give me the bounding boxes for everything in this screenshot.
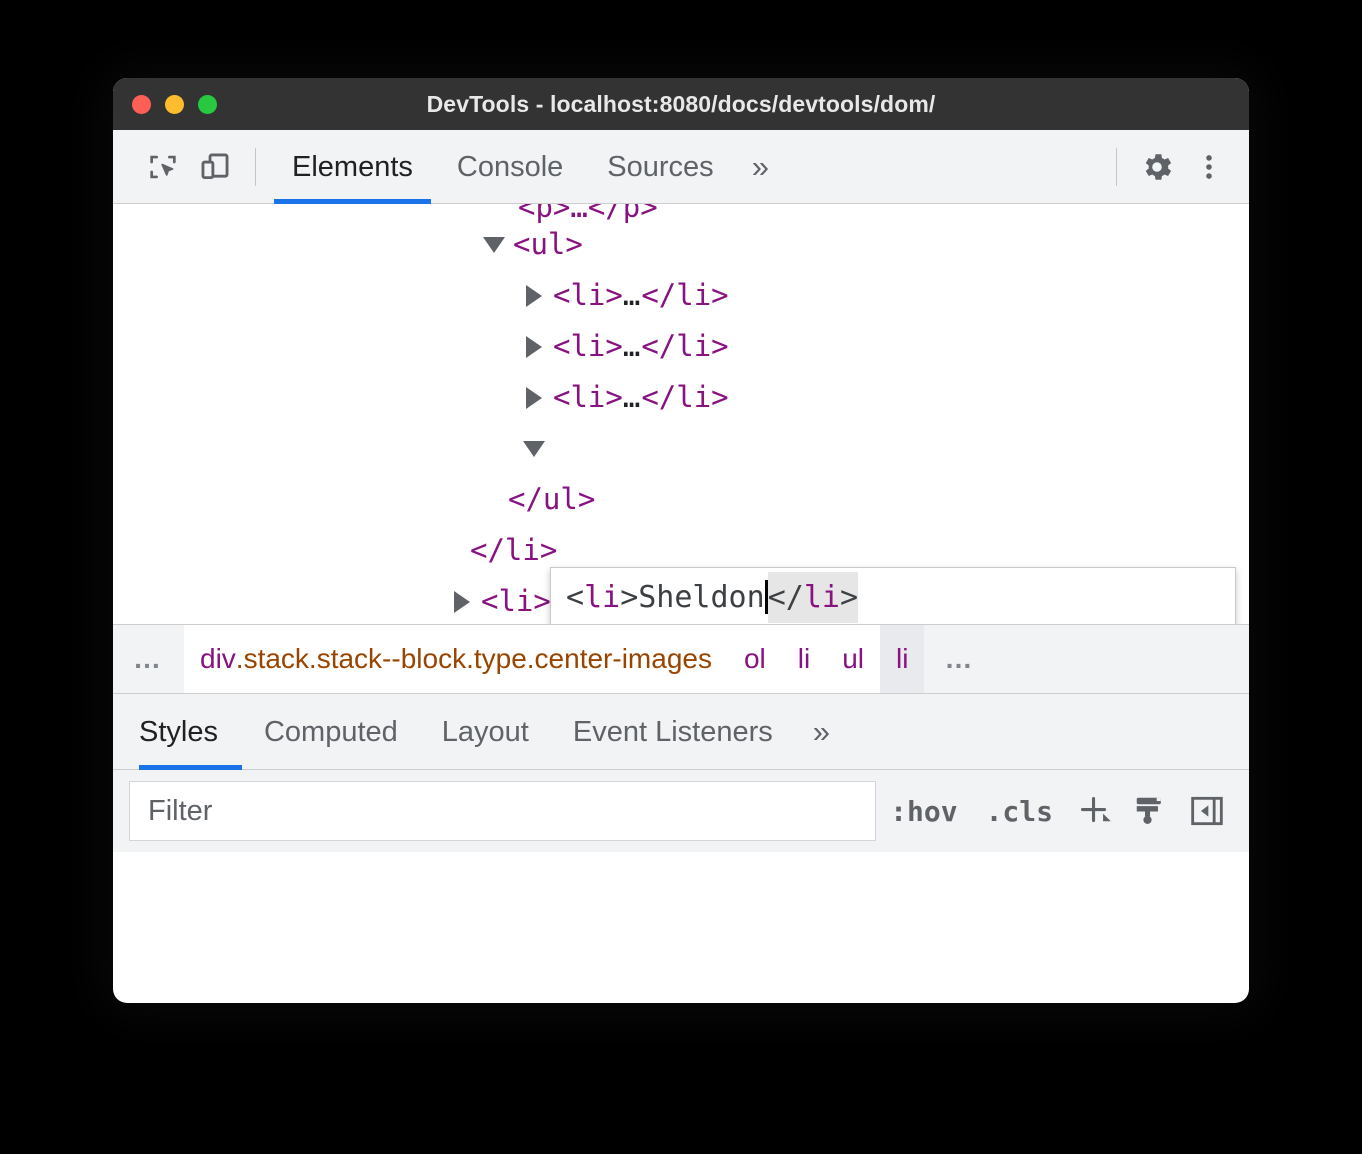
disclosure-triangle-open-icon[interactable] [483,236,505,253]
breadcrumb-overflow-right[interactable]: … [924,625,995,693]
dom-row-label: </ul> [508,482,596,516]
breadcrumb-tag: li [797,643,811,674]
breadcrumb-item-div[interactable]: div .stack.stack--block.type.center-image… [184,625,728,693]
breadcrumb-item-li-outer[interactable]: li [781,625,827,693]
device-toolbar-icon[interactable] [189,141,241,193]
dom-row-ul-open[interactable]: <ul> [113,219,1249,270]
toolbar-divider-left [255,147,256,186]
element-classes-button[interactable]: .cls [972,795,1067,828]
tab-elements[interactable]: Elements [270,130,435,204]
more-tabs-chevron-icon[interactable]: » [736,130,785,204]
devtools-window: DevTools - localhost:8080/docs/devtools/… [113,78,1249,1003]
collapse-sidebar-icon[interactable] [1179,783,1235,839]
title-bar: DevTools - localhost:8080/docs/devtools/… [113,78,1249,130]
edit-close-bracket-close: > [839,580,858,615]
more-style-tabs-chevron-icon[interactable]: » [795,694,848,770]
toolbar-divider-right [1116,147,1117,186]
dom-row-label: <li>…</li> [553,329,729,363]
tab-computed[interactable]: Computed [242,694,420,770]
tab-sources[interactable]: Sources [585,130,735,204]
inspect-element-icon[interactable] [137,141,189,193]
minimize-window-button[interactable] [165,94,184,114]
edit-close-tag: </li> [767,572,858,623]
screenshot-stage: DevTools - localhost:8080/docs/devtools/… [0,0,1362,1154]
breadcrumb-item-li-selected[interactable]: li [880,625,925,693]
devtools-main-toolbar: Elements Console Sources » [113,130,1249,204]
tab-styles[interactable]: Styles [139,694,242,770]
edit-open-bracket: < [566,580,585,615]
dom-row-label: <li>…</li> [553,380,729,414]
disclosure-triangle-closed-icon[interactable] [526,335,542,358]
breadcrumb-tag: li [896,643,909,674]
dom-row-label: <ul> [513,227,583,261]
close-window-button[interactable] [132,94,151,114]
panel-tabs: Elements Console Sources » [270,130,785,204]
breadcrumb-item-ol[interactable]: ol [727,625,782,693]
filter-input[interactable]: Filter [129,781,877,841]
edit-text-value: Sheldon [638,580,765,615]
tab-layout[interactable]: Layout [420,694,551,770]
styles-pane-tabs: Styles Computed Layout Event Listeners » [113,694,1249,770]
dom-row-li-editing[interactable] [113,423,1249,474]
breadcrumb-tag: ol [743,643,766,674]
tab-event-listeners[interactable]: Event Listeners [551,694,795,770]
breadcrumb-overflow-left[interactable]: … [113,625,184,693]
maximize-window-button[interactable] [198,94,217,114]
tab-console[interactable]: Console [435,130,585,204]
breadcrumb-tag: div [200,643,236,674]
gear-icon[interactable] [1131,141,1183,193]
breadcrumb-tag: ul [842,643,865,674]
paintbrush-icon[interactable] [1123,783,1179,839]
styles-filter-bar: Filter :hov .cls [113,770,1249,852]
inline-html-edit-field[interactable]: < li > Sheldon </li> [550,567,1236,624]
text-caret [764,579,768,614]
dom-row-li-3[interactable]: <li>…</li> [113,372,1249,423]
disclosure-triangle-open-icon[interactable] [523,440,545,457]
window-title: DevTools - localhost:8080/docs/devtools/… [426,90,936,117]
kebab-menu-icon[interactable] [1183,141,1235,193]
edit-close-tag-name: li [803,580,840,615]
dom-tree-panel[interactable]: <p>…</p> <ul> <li>…</li> <li>…</li> <li>… [113,204,1249,624]
breadcrumb-item-ul[interactable]: ul [826,625,881,693]
toggle-element-state-button[interactable]: :hov [876,795,971,828]
dom-row-ul-close[interactable]: </ul> [113,474,1249,525]
breadcrumb-classes: .stack.stack--block.type.center-images [235,643,712,674]
disclosure-triangle-closed-icon[interactable] [526,284,542,307]
disclosure-triangle-closed-icon[interactable] [454,590,470,613]
dom-row-label: <li>…</li> [553,278,729,312]
plus-icon[interactable] [1067,783,1123,839]
disclosure-triangle-closed-icon[interactable] [526,386,542,409]
dom-row-li-1[interactable]: <li>…</li> [113,270,1249,321]
edit-open-bracket-close: > [620,580,639,615]
edit-open-tag-name: li [584,580,621,615]
edit-close-bracket: </ [767,580,804,615]
dom-row-li-2[interactable]: <li>…</li> [113,321,1249,372]
breadcrumb: … div .stack.stack--block.type.center-ima… [113,624,1249,694]
dom-row-label: </li> [470,533,558,567]
traffic-light-buttons [132,78,217,130]
